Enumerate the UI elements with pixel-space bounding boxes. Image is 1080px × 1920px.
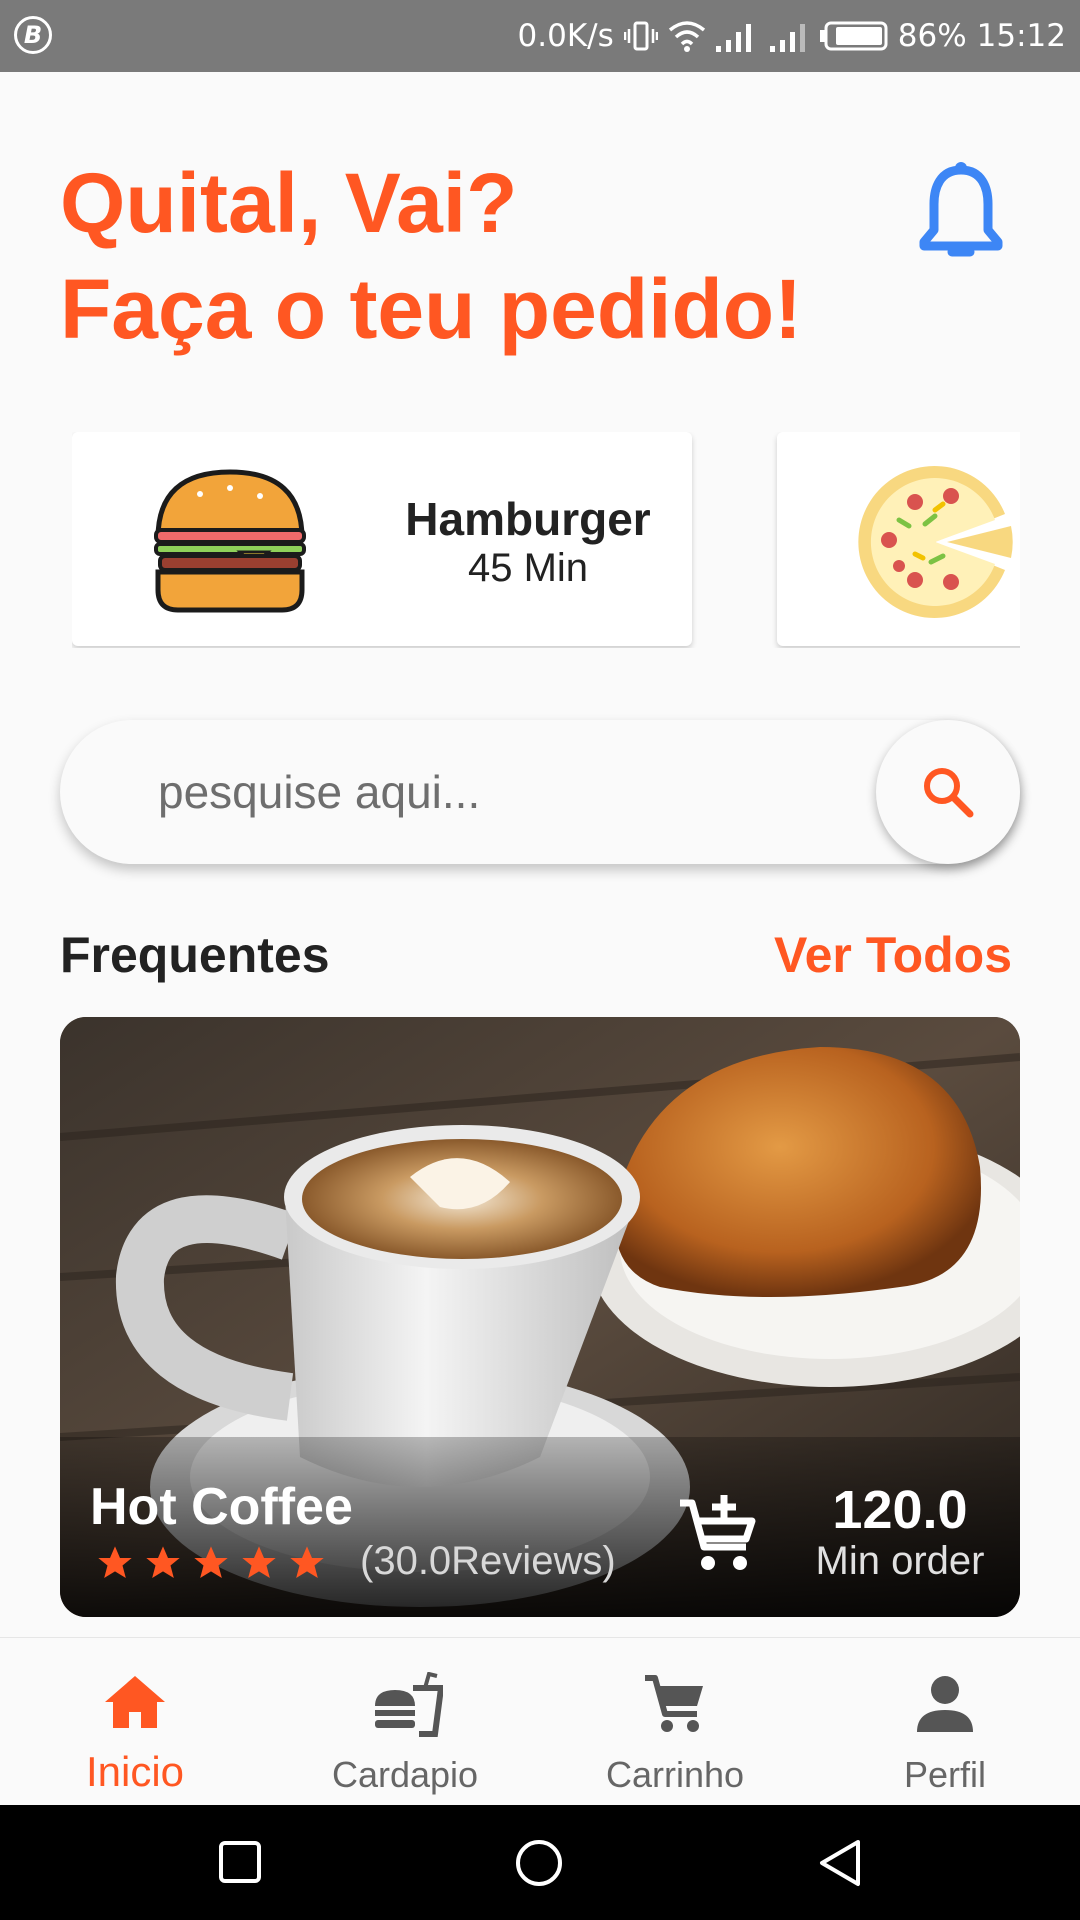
bell-icon[interactable] [918, 160, 1004, 260]
nav-item-inicio[interactable]: Inicio [0, 1638, 270, 1806]
page-title: Quital, Vai? Faça o teu pedido! [60, 150, 802, 362]
battery-percent: 86% [897, 18, 967, 54]
nav-item-perfil[interactable]: Perfil [810, 1638, 1080, 1806]
pizza-icon [858, 466, 1013, 618]
search-icon [924, 768, 974, 818]
nav-label: Perfil [903, 1754, 987, 1795]
back-icon[interactable] [816, 1838, 864, 1888]
home-icon [105, 1676, 165, 1728]
clock: 15:12 [976, 18, 1066, 54]
nav-label: Cardapio [331, 1754, 479, 1795]
cart-icon [645, 1675, 703, 1732]
price: 120.0 [832, 1480, 968, 1540]
star-icon [146, 1546, 180, 1578]
network-speed: 0.0K/s [517, 18, 614, 54]
search-bar[interactable] [60, 720, 1020, 864]
category-card-hamburger[interactable]: Hamburger 45 Min [72, 432, 692, 646]
category-time: 45 Min [467, 546, 589, 590]
browser-badge-icon: B [14, 16, 52, 54]
nav-label: Inicio [85, 1748, 185, 1795]
hamburger-icon [154, 469, 306, 613]
fastfood-icon [375, 1672, 443, 1737]
status-indicators: 0.0K/s 86% 15:12 [518, 0, 1066, 72]
star-icon [98, 1546, 132, 1578]
category-carousel[interactable]: Hamburger 45 Min [72, 432, 1020, 648]
nav-item-carrinho[interactable]: Carrinho [540, 1638, 810, 1806]
section-title: Frequentes [60, 927, 330, 983]
category-card-pizza[interactable] [777, 432, 1020, 646]
rating-stars [94, 1543, 328, 1583]
star-icon [194, 1546, 228, 1578]
featured-food-card[interactable]: Hot Coffee (30.0Reviews) 120.0 Min order [60, 1017, 1020, 1617]
star-icon [290, 1546, 324, 1578]
see-all-link[interactable]: Ver Todos [774, 926, 1012, 984]
food-name: Hot Coffee [90, 1478, 353, 1536]
search-input[interactable] [156, 758, 860, 826]
battery-icon [819, 21, 888, 51]
vibrate-icon [623, 21, 658, 51]
system-navigation-bar [0, 1805, 1080, 1920]
title-line-1: Quital, Vai? [60, 156, 518, 250]
search-button[interactable] [876, 720, 1020, 864]
wifi-icon [668, 21, 705, 52]
price-caption: Min order [815, 1539, 985, 1583]
review-count: (30.0Reviews) [360, 1539, 616, 1583]
status-bar: B 0.0K/s 86% 15:12 [0, 0, 1080, 72]
nav-item-cardapio[interactable]: Cardapio [270, 1638, 540, 1806]
recent-apps-icon[interactable] [218, 1838, 262, 1886]
signal-icon-2 [769, 24, 805, 52]
signal-icon-1 [715, 24, 751, 52]
cart-plus-icon[interactable] [676, 1491, 760, 1575]
home-button-icon[interactable] [514, 1838, 564, 1888]
star-icon [242, 1546, 276, 1578]
bottom-navigation: Inicio Cardapio Carrinho Perfil [0, 1637, 1080, 1806]
nav-label: Carrinho [605, 1754, 745, 1795]
category-name: Hamburger [405, 493, 651, 545]
person-icon [917, 1676, 973, 1732]
title-line-2: Faça o teu pedido! [60, 262, 803, 356]
